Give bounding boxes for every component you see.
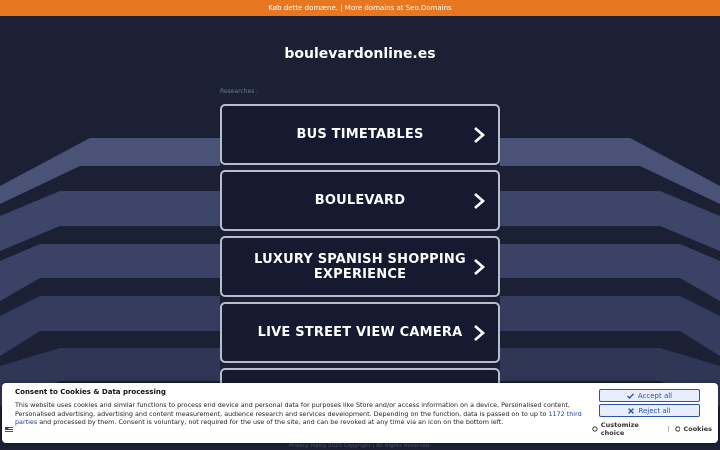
consent-text: This website uses cookies and similar fu… — [15, 401, 585, 427]
check-icon — [626, 392, 634, 399]
gear-icon — [592, 426, 598, 432]
chevron-right-icon — [474, 324, 485, 341]
close-icon — [628, 407, 635, 414]
reject-all-button[interactable]: Reject all — [599, 404, 700, 417]
footer-text: Privacy Policy 2025 Copyright | All Righ… — [288, 443, 432, 449]
chevron-right-icon — [474, 126, 485, 143]
link-card-luxury-shopping[interactable]: LUXURY SPANISH SHOPPING EXPERIENCE — [220, 236, 500, 297]
consent-text-part-2: and processed by them. Consent is volunt… — [37, 418, 504, 426]
domain-sale-banner-text[interactable]: Køb dette domæne. | More domains at Seo.… — [268, 4, 451, 12]
chevron-right-icon — [474, 192, 485, 209]
cookie-icon — [674, 426, 681, 432]
link-card-label: BOULEVARD — [314, 193, 406, 208]
us-flag-icon[interactable] — [5, 427, 13, 433]
consent-links-row: Customize choice | Cookies — [592, 421, 712, 437]
domain-sale-banner[interactable]: Køb dette domæne. | More domains at Seo.… — [0, 0, 720, 16]
consent-text-part-1: This website uses cookies and similar fu… — [15, 401, 570, 418]
cookie-consent-banner: Consent to Cookies & Data processing Thi… — [2, 383, 718, 443]
accept-all-label: Accept all — [637, 391, 673, 400]
link-card-boulevard[interactable]: BOULEVARD — [220, 170, 500, 231]
section-label: Researches : — [220, 88, 259, 95]
link-card-bus-timetables[interactable]: BUS TIMETABLES — [220, 104, 500, 165]
link-card-label: BUS TIMETABLES — [296, 127, 424, 142]
cookies-link[interactable]: Cookies — [683, 425, 712, 433]
link-card-label: LUXURY SPANISH SHOPPING EXPERIENCE — [254, 251, 466, 282]
consent-title: Consent to Cookies & Data processing — [15, 388, 166, 396]
domain-title: boulevardonline.es — [284, 46, 436, 62]
chevron-right-icon — [474, 258, 485, 275]
links-separator: | — [667, 425, 670, 433]
customize-choice-link[interactable]: Customize choice — [601, 421, 663, 437]
link-card-label: LIVE STREET VIEW CAMERA — [257, 325, 463, 340]
reject-all-label: Reject all — [638, 406, 671, 415]
accept-all-button[interactable]: Accept all — [599, 389, 700, 402]
link-card-street-view[interactable]: LIVE STREET VIEW CAMERA — [220, 302, 500, 363]
